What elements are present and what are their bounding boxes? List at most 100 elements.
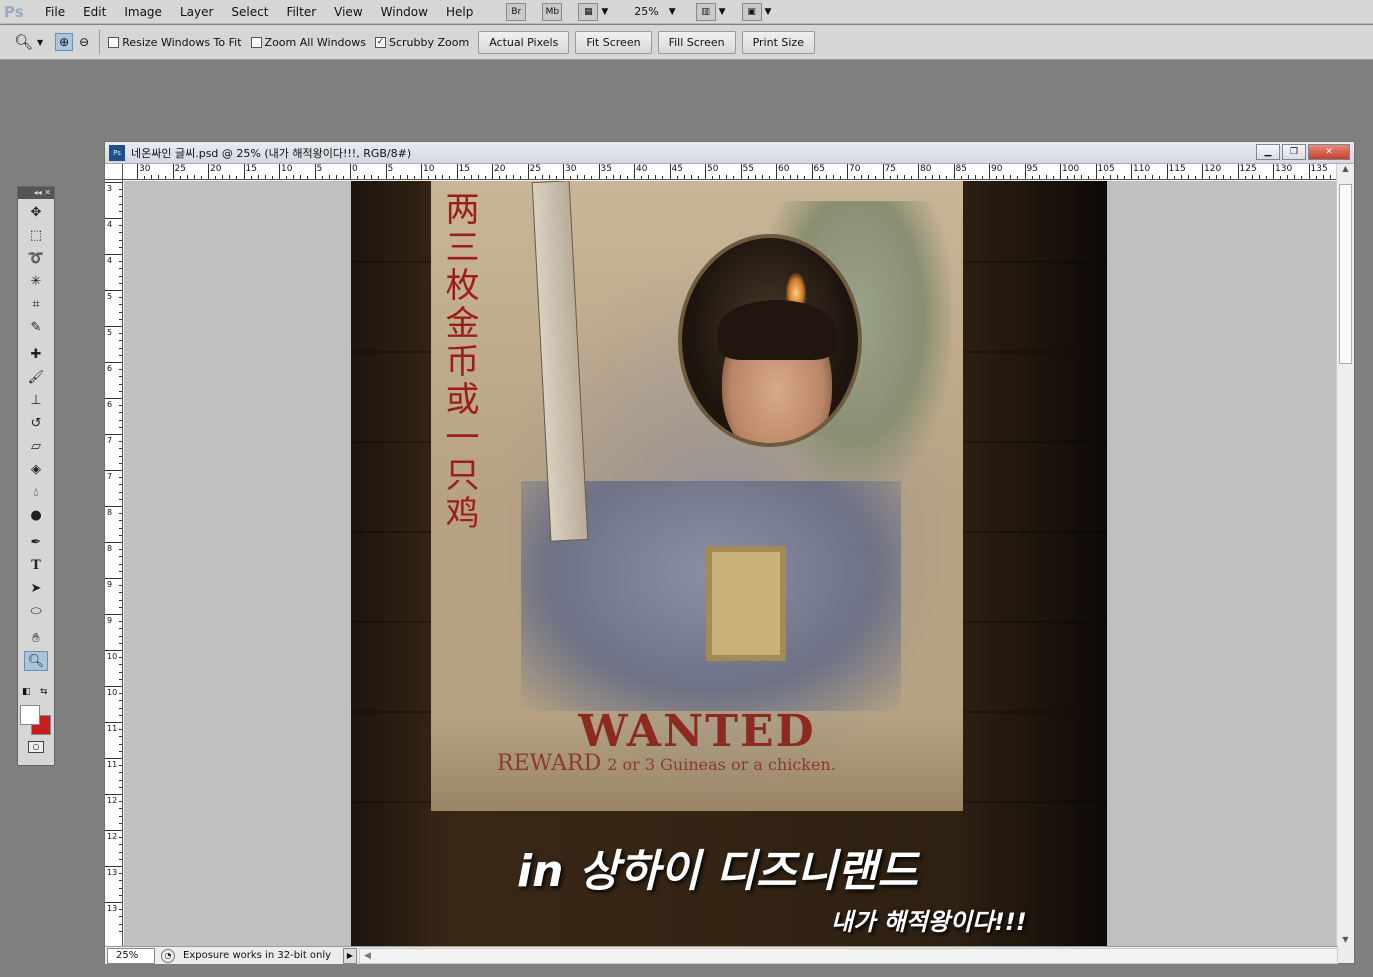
screen-mode-button[interactable]: ▣ [741,2,762,21]
tools-panel-header[interactable]: ◂◂ ✕ [18,187,54,199]
zoom-tool-icon[interactable]: 🔍︎ [24,651,48,671]
clone-stamp-tool-icon[interactable]: ⊥ [24,390,48,410]
ellipse-tool-icon[interactable]: ⬭ [24,601,48,621]
mini-bridge-button[interactable]: Mb [542,2,563,21]
menu-view[interactable]: View [325,0,371,24]
document-title-bar[interactable]: Ps 네온싸인 글씨.psd @ 25% (내가 해적왕이다!!!, RGB/8… [105,142,1354,164]
ruler-minor-tick [119,909,122,911]
zoom-all-windows-box[interactable] [250,36,262,48]
ruler-tick [208,164,209,179]
menu-image[interactable]: Image [115,0,171,24]
caption-main-text: in 상하이 디즈니랜드 [517,846,918,897]
brush-tool-icon[interactable]: 🖌︎ [24,367,48,387]
zoom-level-select[interactable]: 25% [634,5,658,18]
canvas-area[interactable]: 两三枚金币或一只鸡 WANTED REWARD 2 or 3 Guineas or… [124,181,1338,946]
scrubby-zoom-box[interactable]: ✓ [374,36,386,48]
ruler-minor-tick [1159,176,1161,179]
menu-edit[interactable]: Edit [74,0,115,24]
ruler-minor-tick [119,282,122,284]
healing-brush-tool-icon[interactable]: ✚ [24,344,48,364]
history-brush-tool-icon[interactable]: ↺ [24,413,48,433]
zoom-in-icon[interactable]: ⊕ [55,33,74,51]
swap-colors-icon[interactable]: ⇆ [40,687,48,697]
screen-mode-dropdown-icon[interactable]: ▼ [765,7,772,17]
scroll-left-icon[interactable]: ◀ [364,951,371,961]
type-tool-icon[interactable]: T [24,555,48,575]
eyedropper-tool-icon[interactable]: ✎ [24,317,48,337]
restore-button[interactable]: ❐ [1282,144,1306,160]
status-info-icon[interactable]: ◔ [161,948,175,963]
marquee-tool-icon[interactable]: ⬚ [24,225,48,245]
view-extras-dropdown-icon[interactable]: ▼ [601,7,608,17]
fit-screen-button[interactable]: Fit Screen [575,30,652,54]
wanted-text: WANTED [578,706,816,757]
ruler-minor-tick [119,347,122,349]
vertical-scroll-thumb[interactable] [1339,184,1352,364]
ruler-minor-tick [1287,175,1289,179]
arrange-documents-button[interactable]: ▥ [695,2,716,21]
zoom-out-icon[interactable]: ⊖ [75,33,93,51]
menu-window[interactable]: Window [372,0,437,24]
view-extras-button[interactable]: ▦ [578,2,599,21]
ruler-minor-tick [300,175,302,179]
scrubby-zoom-checkbox[interactable]: ✓ Scrubby Zoom [374,35,470,49]
ruler-minor-tick [534,176,536,179]
menu-help[interactable]: Help [437,0,482,24]
actual-pixels-button[interactable]: Actual Pixels [478,30,570,54]
scroll-up-icon[interactable]: ▲ [1337,164,1354,173]
path-selection-tool-icon[interactable]: ➤ [24,578,48,598]
arrange-dropdown-icon[interactable]: ▼ [719,7,726,17]
vertical-scrollbar[interactable]: ▲ ▼ [1336,164,1354,946]
fill-screen-button[interactable]: Fill Screen [657,30,736,54]
bridge-button[interactable]: Br [506,2,527,21]
zoom-dropdown-icon[interactable]: ▼ [669,7,676,17]
close-button[interactable]: ✕ [1308,144,1350,160]
menu-layer[interactable]: Layer [171,0,222,24]
ruler-minor-tick [119,880,122,882]
scroll-down-icon[interactable]: ▼ [1337,935,1354,944]
paint-bucket-tool-icon[interactable]: ◈ [24,459,48,479]
scrubby-zoom-label: Scrubby Zoom [388,35,470,49]
foreground-color-swatch[interactable] [20,705,40,725]
default-colors-icon[interactable]: ◧ [22,687,31,697]
zoom-all-windows-checkbox[interactable]: Zoom All Windows [250,36,366,49]
dodge-tool-icon[interactable]: ● [24,505,48,525]
ruler-label: 55 [742,164,754,174]
status-zoom-field[interactable]: 25% [107,947,155,964]
ruler-minor-tick [484,176,486,179]
eraser-tool-icon[interactable]: ▱ [24,436,48,456]
lasso-tool-icon[interactable]: ➰ [24,248,48,268]
ruler-minor-tick [733,176,735,179]
quick-select-tool-icon[interactable]: ✳ [24,271,48,291]
zoom-tool-preset-icon[interactable]: 🔍︎ [14,33,33,51]
resize-windows-checkbox[interactable]: Resize Windows To Fit [108,36,242,49]
menu-file[interactable]: File [36,0,74,24]
pen-tool-icon[interactable]: ✒ [24,532,48,552]
ruler-minor-tick [1123,176,1125,179]
ruler-label: 15 [245,164,257,174]
ruler-label: 80 [920,164,932,174]
horizontal-scrollbar[interactable]: ◀ [359,947,1338,964]
ruler-minor-tick [119,196,122,198]
hand-tool-icon[interactable]: ✋︎ [24,628,48,648]
menu-filter[interactable]: Filter [277,0,325,24]
horizontal-ruler[interactable]: 30 25 20 15 10 5 0 5 10 15 20 25 30 35 40 45 50 55 60 65 70 7… [123,164,1338,180]
document-image[interactable]: 两三枚金币或一只鸡 WANTED REWARD 2 or 3 Guineas or… [351,181,1107,946]
tool-preset-dropdown-icon[interactable]: ▼ [37,38,43,47]
ruler-minor-tick [119,311,122,313]
move-tool-icon[interactable]: ✥ [24,202,48,222]
menu-select[interactable]: Select [222,0,277,24]
blur-tool-icon[interactable]: 💧︎ [24,482,48,502]
ruler-label: 105 [1097,164,1115,174]
ruler-minor-tick [974,175,976,179]
print-size-button[interactable]: Print Size [741,30,815,54]
minimize-button[interactable]: ▁ [1256,144,1280,160]
ruler-minor-tick [1138,176,1140,179]
resize-windows-box[interactable] [108,36,120,48]
quick-mask-icon[interactable]: ○ [28,741,44,753]
vertical-ruler[interactable]: 3 4 4 5 5 6 6 7 7 8 8 9 9 10 10 11 11 12 12 13 13 [105,180,123,946]
ruler-origin[interactable] [105,164,123,180]
crop-tool-icon[interactable]: ⌗ [24,294,48,314]
menu-bar: Ps File Edit Image Layer Select Filter V… [0,0,1373,24]
status-menu-arrow-icon[interactable]: ▶ [343,947,357,964]
